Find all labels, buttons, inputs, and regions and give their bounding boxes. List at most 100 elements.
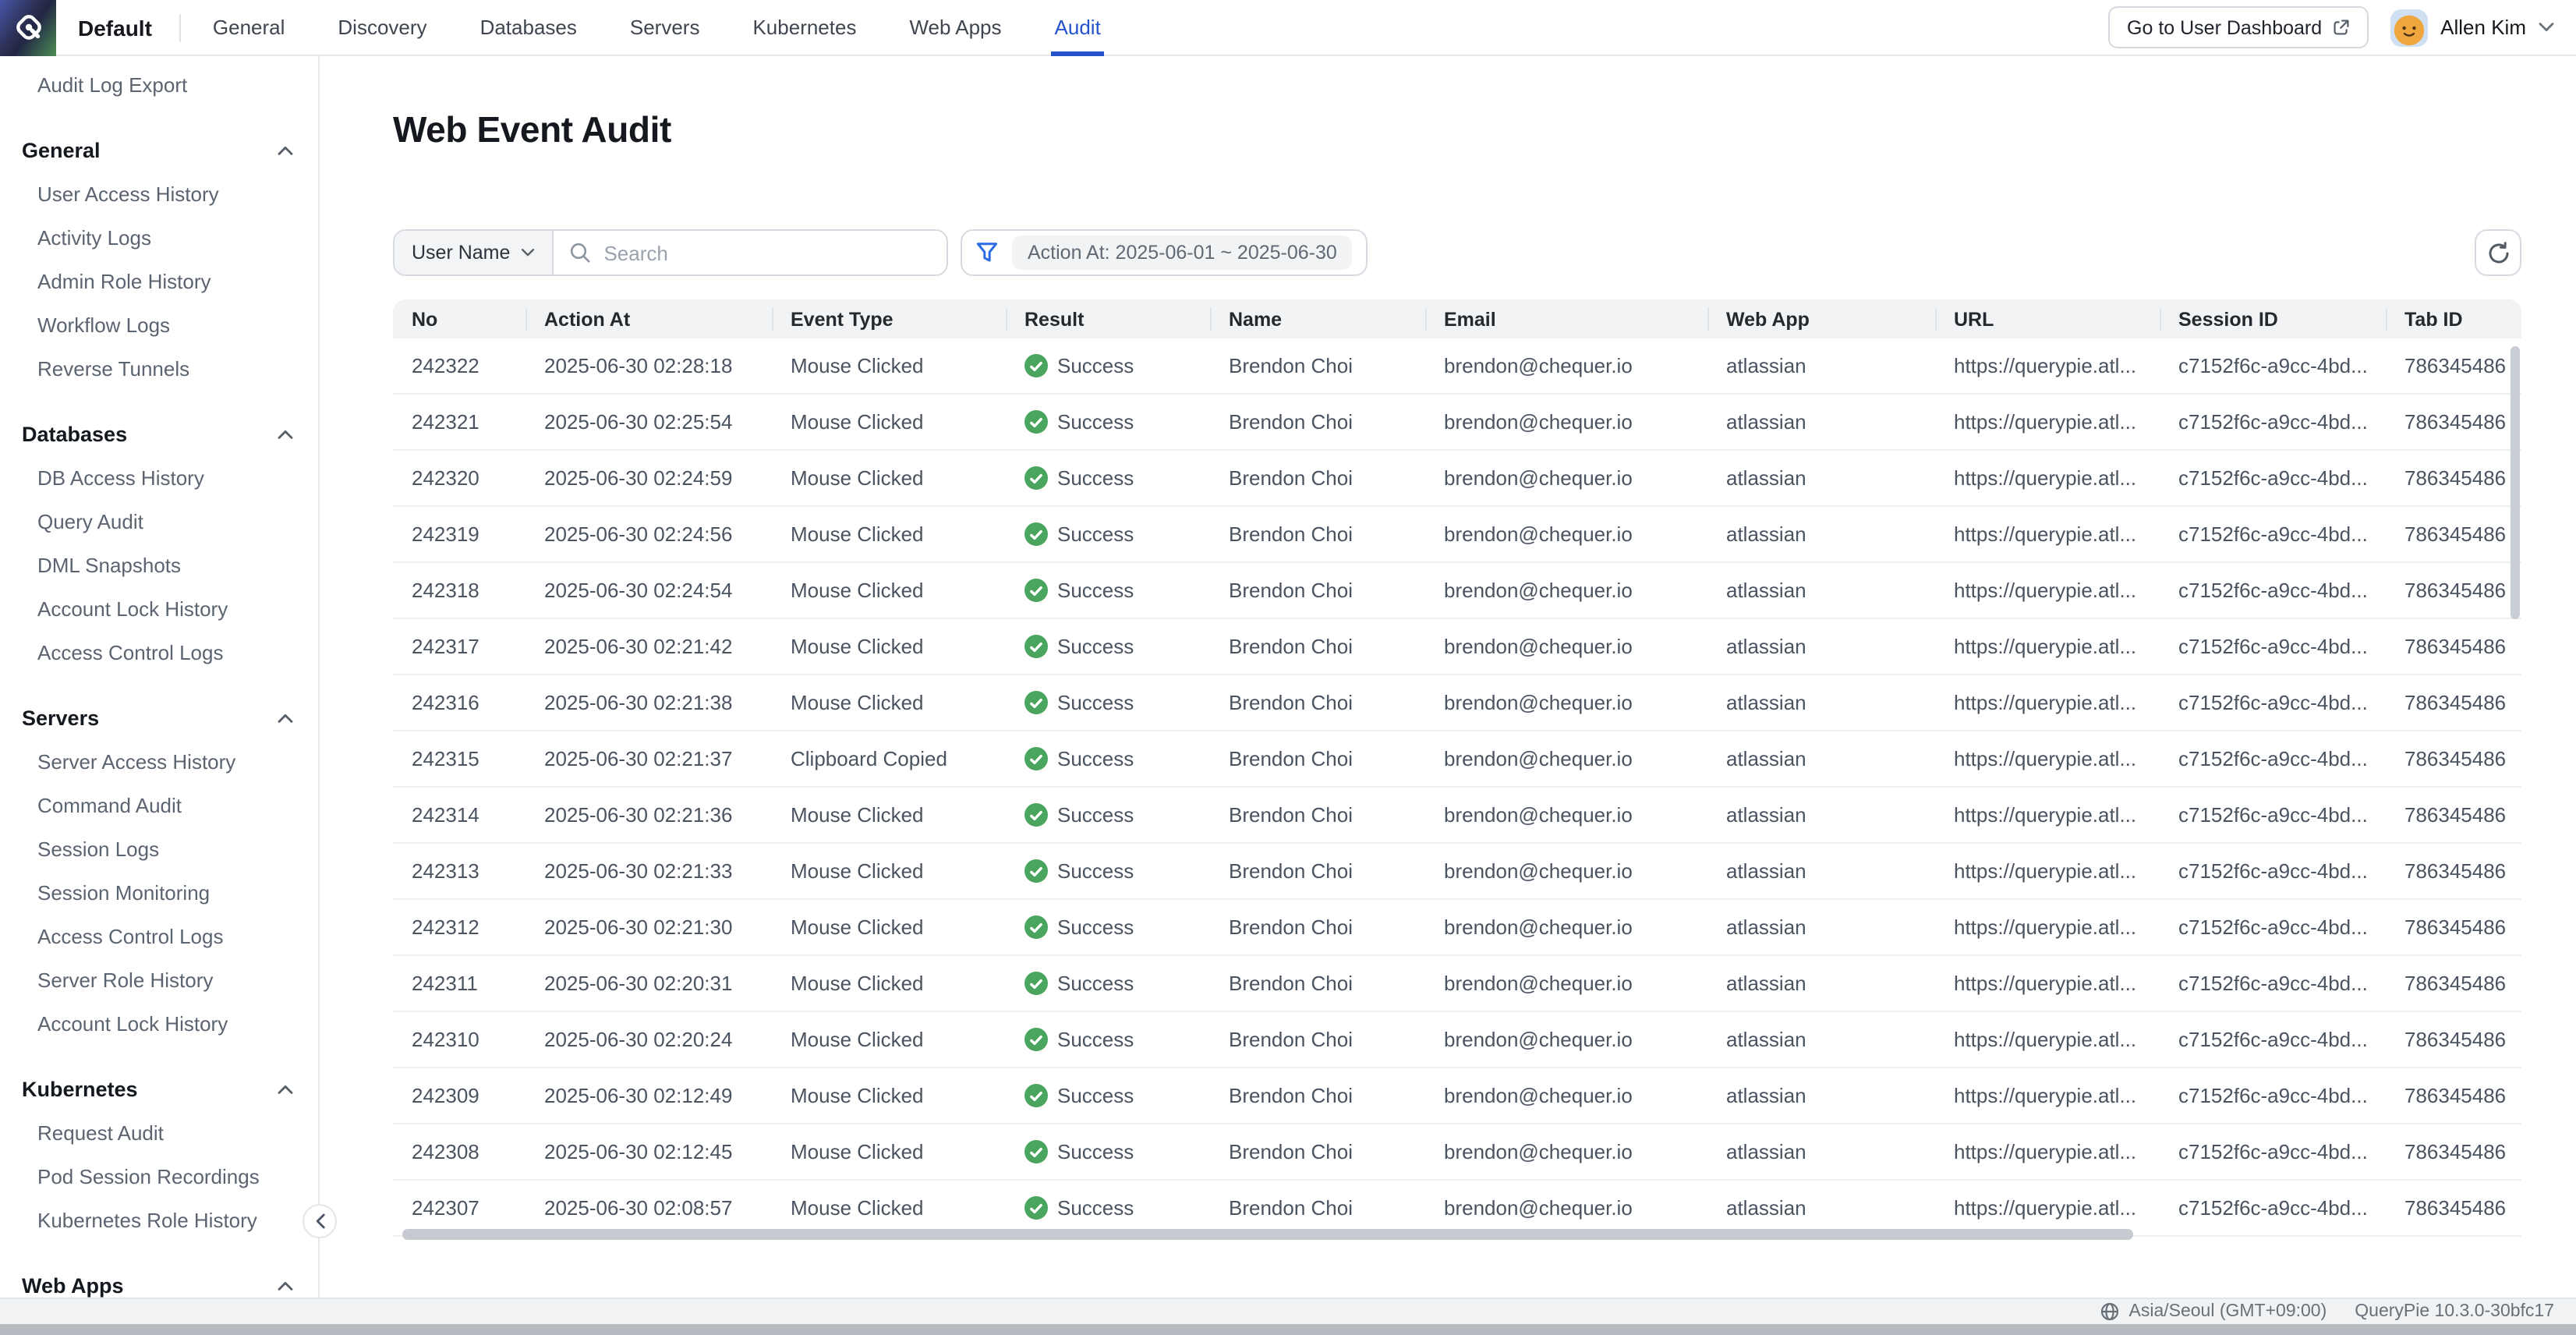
- column-header[interactable]: Action At: [525, 299, 772, 338]
- workspace-name[interactable]: Default: [78, 15, 152, 40]
- cell-tab-id: 786345486: [2386, 747, 2521, 770]
- sidebar-item[interactable]: DB Access History: [0, 455, 318, 499]
- status-bar: Asia/Seoul (GMT+09:00) QueryPie 10.3.0-3…: [0, 1298, 2576, 1324]
- sidebar-item[interactable]: Access Control Logs: [0, 630, 318, 674]
- column-header[interactable]: Tab ID: [2386, 299, 2521, 338]
- cell-result: Success: [1006, 1084, 1210, 1108]
- sidebar-section-header[interactable]: Kubernetes: [0, 1067, 318, 1110]
- success-check-icon: [1024, 579, 1048, 603]
- timezone: Asia/Seoul (GMT+09:00): [2101, 1302, 2327, 1321]
- table-row[interactable]: 242311 2025-06-30 02:20:31 Mouse Clicked: [393, 956, 2521, 1012]
- sidebar-section-header[interactable]: Servers: [0, 696, 318, 739]
- filter-icon[interactable]: [976, 242, 998, 264]
- sidebar-item[interactable]: DML Snapshots: [0, 543, 318, 586]
- status-label: Success: [1057, 411, 1134, 434]
- sidebar-item[interactable]: Server Role History: [0, 958, 318, 1001]
- horizontal-scrollbar[interactable]: [402, 1229, 2133, 1240]
- querypie-logo[interactable]: [0, 0, 56, 55]
- table-row[interactable]: 242320 2025-06-30 02:24:59 Mouse Clicked: [393, 451, 2521, 507]
- chevron-up-icon: [278, 712, 293, 723]
- sidebar-item[interactable]: Request Audit: [0, 1110, 318, 1154]
- nav-item[interactable]: Web Apps: [906, 0, 1004, 55]
- sidebar-section-header[interactable]: General: [0, 128, 318, 172]
- table-row[interactable]: 242319 2025-06-30 02:24:56 Mouse Clicked: [393, 507, 2521, 563]
- cell-name: Brendon Choi: [1210, 747, 1425, 770]
- table-row[interactable]: 242322 2025-06-30 02:28:18 Mouse Clicked: [393, 338, 2521, 395]
- sidebar-item[interactable]: Workflow Logs: [0, 303, 318, 346]
- success-check-icon: [1024, 1197, 1048, 1220]
- status-badge: Success: [1024, 1197, 1134, 1220]
- sidebar-item[interactable]: Activity Logs: [0, 215, 318, 259]
- status-label: Success: [1057, 467, 1134, 490]
- table-row[interactable]: 242308 2025-06-30 02:12:45 Mouse Clicked: [393, 1124, 2521, 1181]
- cell-url: https://querypie.atl...: [1935, 354, 2160, 377]
- sidebar-item[interactable]: Account Lock History: [0, 1001, 318, 1045]
- sidebar-section-header[interactable]: Databases: [0, 412, 318, 455]
- column-header[interactable]: Web App: [1707, 299, 1935, 338]
- sidebar-item[interactable]: Server Access History: [0, 739, 318, 783]
- cell-tab-id: 786345486: [2386, 635, 2521, 658]
- column-header[interactable]: Session ID: [2160, 299, 2386, 338]
- nav-menu: General Discovery Databases Servers Kube…: [210, 0, 1104, 55]
- date-range-chip[interactable]: Action At: 2025-06-01 ~ 2025-06-30: [1012, 235, 1353, 270]
- cell-web-app: atlassian: [1707, 466, 1935, 490]
- sidebar-item[interactable]: Session Logs: [0, 827, 318, 870]
- go-to-user-dashboard-button[interactable]: Go to User Dashboard: [2108, 6, 2369, 48]
- cell-action-at: 2025-06-30 02:21:33: [525, 859, 772, 883]
- cell-event-type: Mouse Clicked: [772, 1028, 1006, 1051]
- search-field-selector[interactable]: User Name: [395, 231, 554, 274]
- sidebar-item[interactable]: Reverse Tunnels: [0, 346, 318, 390]
- nav-item[interactable]: Discovery: [334, 0, 430, 55]
- user-name: Allen Kim: [2440, 16, 2526, 39]
- sidebar-item[interactable]: Account Lock History: [0, 586, 318, 630]
- table-row[interactable]: 242318 2025-06-30 02:24:54 Mouse Clicked: [393, 563, 2521, 619]
- sidebar-item[interactable]: Admin Role History: [0, 259, 318, 303]
- cell-action-at: 2025-06-30 02:21:36: [525, 803, 772, 827]
- table-row[interactable]: 242317 2025-06-30 02:21:42 Mouse Clicked: [393, 619, 2521, 675]
- sidebar-item[interactable]: User Access History: [0, 172, 318, 215]
- table-row[interactable]: 242309 2025-06-30 02:12:49 Mouse Clicked: [393, 1068, 2521, 1124]
- sidebar-collapse-button[interactable]: [303, 1204, 337, 1238]
- table-row[interactable]: 242310 2025-06-30 02:20:24 Mouse Clicked: [393, 1012, 2521, 1068]
- cell-no: 242314: [393, 803, 525, 827]
- cell-event-type: Mouse Clicked: [772, 466, 1006, 490]
- status-label: Success: [1057, 355, 1134, 378]
- nav-item[interactable]: Audit: [1052, 0, 1104, 55]
- sidebar-item-audit-log-export[interactable]: Audit Log Export: [0, 62, 318, 106]
- table-row[interactable]: 242316 2025-06-30 02:21:38 Mouse Clicked: [393, 675, 2521, 731]
- sidebar-section-header[interactable]: Web Apps: [0, 1263, 318, 1298]
- column-header[interactable]: Email: [1425, 299, 1707, 338]
- sidebar-item[interactable]: Kubernetes Role History: [0, 1198, 318, 1241]
- sidebar-item[interactable]: Access Control Logs: [0, 914, 318, 958]
- cell-no: 242311: [393, 972, 525, 995]
- column-header[interactable]: Event Type: [772, 299, 1006, 338]
- column-header[interactable]: URL: [1935, 299, 2160, 338]
- sidebar-item[interactable]: Command Audit: [0, 783, 318, 827]
- cell-url: https://querypie.atl...: [1935, 579, 2160, 602]
- user-menu[interactable]: Allen Kim: [2390, 9, 2554, 46]
- table-row[interactable]: 242314 2025-06-30 02:21:36 Mouse Clicked: [393, 788, 2521, 844]
- sidebar-item[interactable]: Query Audit: [0, 499, 318, 543]
- status-label: Success: [1057, 692, 1134, 715]
- column-header[interactable]: Result: [1006, 299, 1210, 338]
- table-row[interactable]: 242315 2025-06-30 02:21:37 Clipboard Cop…: [393, 731, 2521, 788]
- search-input[interactable]: [603, 241, 931, 264]
- sidebar-item[interactable]: Pod Session Recordings: [0, 1154, 318, 1198]
- cell-no: 242307: [393, 1196, 525, 1220]
- refresh-button[interactable]: [2475, 229, 2521, 276]
- vertical-scrollbar[interactable]: [2511, 346, 2520, 619]
- column-header[interactable]: No: [393, 299, 525, 338]
- nav-item[interactable]: Kubernetes: [749, 0, 859, 55]
- cell-tab-id: 786345486: [2386, 859, 2521, 883]
- cell-session-id: c7152f6c-a9cc-4bd...: [2160, 803, 2386, 827]
- table-row[interactable]: 242312 2025-06-30 02:21:30 Mouse Clicked: [393, 900, 2521, 956]
- nav-item[interactable]: Servers: [627, 0, 703, 55]
- table-row[interactable]: 242321 2025-06-30 02:25:54 Mouse Clicked: [393, 395, 2521, 451]
- nav-item[interactable]: General: [210, 0, 288, 55]
- nav-item-label: Discovery: [338, 16, 426, 39]
- sidebar-item[interactable]: Session Monitoring: [0, 870, 318, 914]
- column-header[interactable]: Name: [1210, 299, 1425, 338]
- nav-item[interactable]: Databases: [477, 0, 580, 55]
- cell-result: Success: [1006, 1140, 1210, 1164]
- table-row[interactable]: 242313 2025-06-30 02:21:33 Mouse Clicked: [393, 844, 2521, 900]
